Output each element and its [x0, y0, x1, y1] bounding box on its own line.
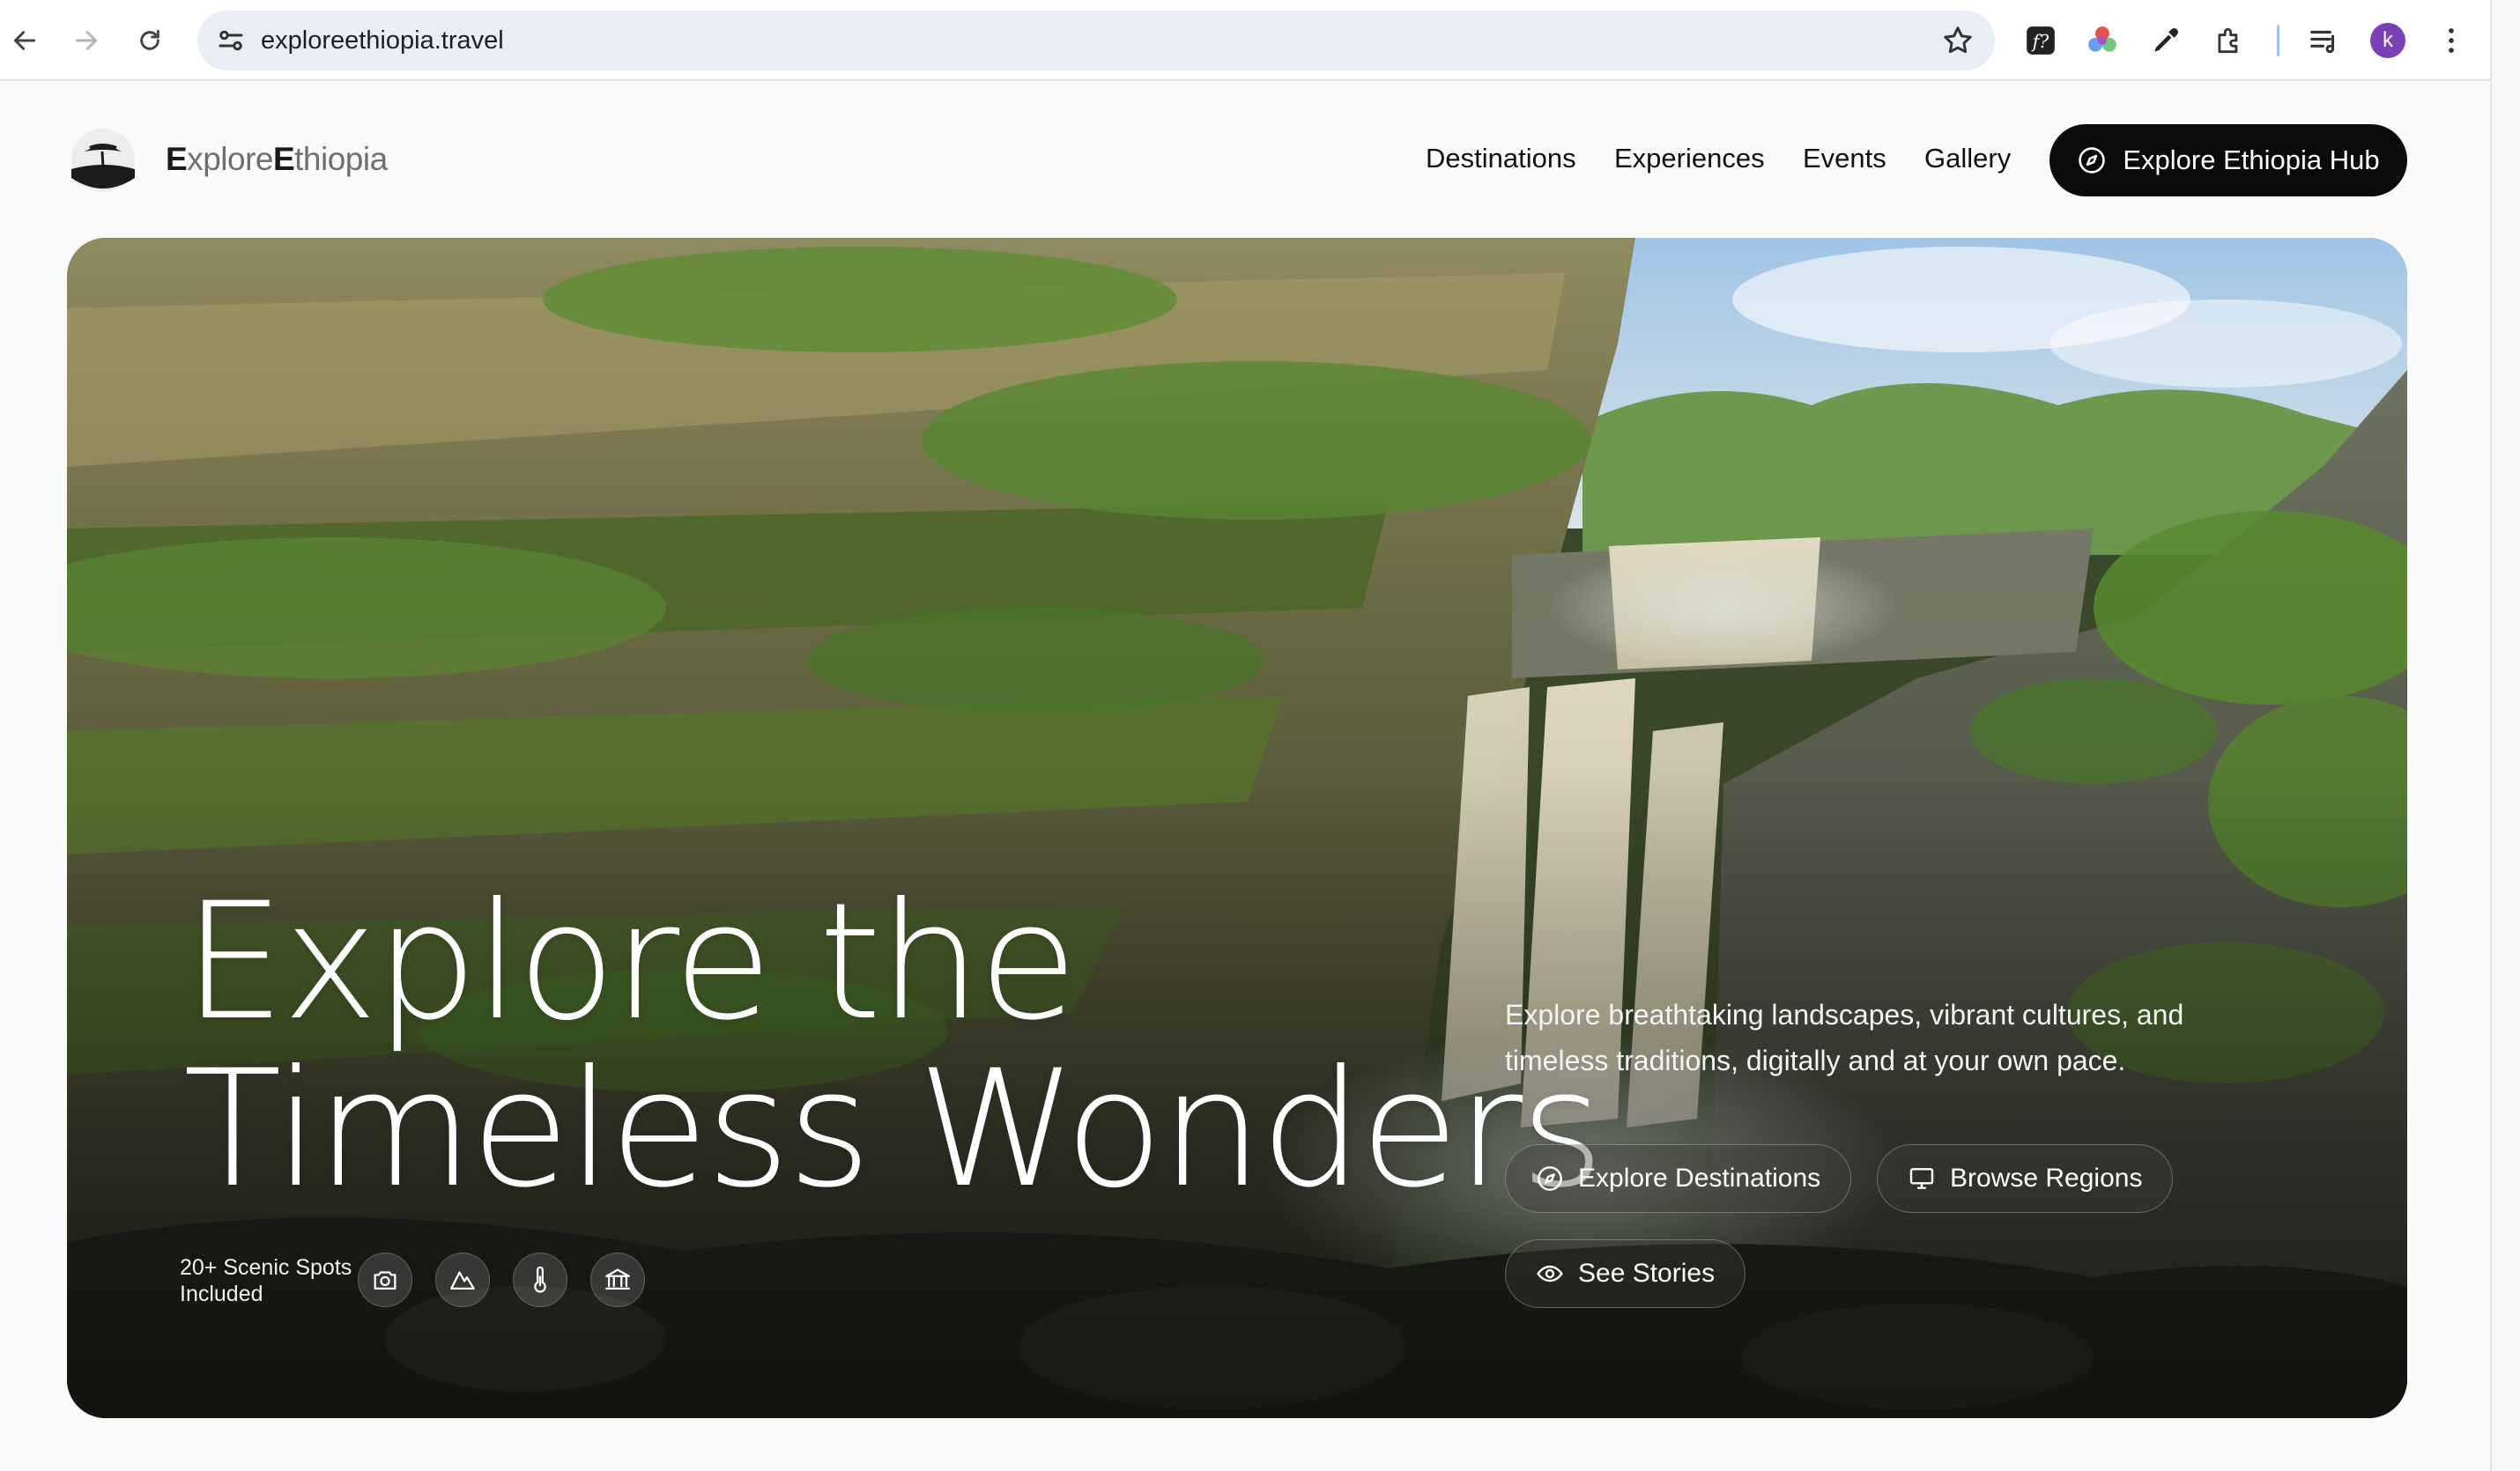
browse-regions-label: Browse Regions — [1950, 1164, 2143, 1193]
logo-text-2: thiopia — [294, 141, 388, 177]
extensions-button[interactable] — [2210, 21, 2249, 60]
hero-headline-line-2: Timeless Wonders — [183, 1036, 1605, 1223]
color-extension-icon — [2088, 26, 2116, 52]
museum-icon — [605, 1268, 630, 1290]
eyedropper-extension-icon — [2154, 28, 2178, 52]
logo-acacia-icon[interactable] — [67, 125, 139, 194]
nav-experiences[interactable]: Experiences — [1614, 143, 1765, 174]
hero-headline-line-1: Explore the — [183, 869, 1078, 1056]
compass-icon — [1538, 1166, 1562, 1191]
nav-events[interactable]: Events — [1803, 143, 1886, 174]
fontface-extension-icon: f? — [2027, 26, 2055, 55]
extensions-puzzle-icon — [2218, 27, 2238, 54]
toolbar-divider — [2277, 25, 2279, 56]
see-stories-button[interactable]: See Stories — [1505, 1239, 1746, 1308]
thermometer-feature[interactable] — [513, 1253, 567, 1307]
svg-text:f?: f? — [2031, 31, 2050, 52]
site-settings-icon[interactable] — [215, 25, 247, 56]
logo-letter-2: E — [272, 141, 295, 177]
logo-wordmark[interactable]: ExploreEthiopia — [166, 141, 388, 178]
color-extension-button[interactable] — [2083, 21, 2122, 60]
explore-destinations-label: Explore Destinations — [1578, 1164, 1821, 1193]
reading-list-button[interactable] — [2305, 21, 2344, 60]
browser-toolbar: exploreethiopia.travel f? k — [0, 0, 2490, 81]
eye-icon — [1537, 1265, 1563, 1283]
nav-destinations[interactable]: Destinations — [1426, 143, 1576, 174]
explore-destinations-button[interactable]: Explore Destinations — [1505, 1144, 1852, 1213]
explore-hub-label: Explore Ethiopia Hub — [2123, 144, 2380, 175]
mountain-feature[interactable] — [435, 1253, 490, 1307]
scenic-spots-label: 20+ Scenic Spots Included — [180, 1255, 352, 1306]
camera-icon — [374, 1271, 397, 1290]
hero-banner: Explore the Timeless Wonders 20+ Scenic … — [67, 238, 2407, 1418]
fontface-extension-button[interactable]: f? — [2021, 21, 2060, 60]
forward-button[interactable] — [65, 19, 107, 62]
reload-button[interactable] — [129, 19, 171, 62]
site-header: ExploreEthiopia Destinations Experiences… — [0, 81, 2490, 238]
eyedropper-extension-button[interactable] — [2146, 21, 2185, 60]
window-edge — [2490, 0, 2520, 1471]
mountain-icon — [450, 1271, 475, 1290]
compass-icon — [2079, 147, 2106, 174]
address-bar[interactable]: exploreethiopia.travel — [197, 11, 1995, 70]
hero-headline: Explore the Timeless Wonders — [183, 869, 1605, 1223]
web-page: ExploreEthiopia Destinations Experiences… — [0, 81, 2490, 1471]
logo-letter-1: E — [166, 141, 188, 177]
forward-icon — [75, 31, 98, 50]
browse-regions-button[interactable]: Browse Regions — [1877, 1144, 2174, 1213]
thermometer-icon — [534, 1266, 546, 1293]
back-icon — [13, 31, 36, 50]
camera-feature[interactable] — [358, 1253, 412, 1307]
bookmark-star-icon[interactable] — [1940, 23, 1975, 58]
hero-tagline: Explore breathtaking landscapes, vibrant… — [1505, 999, 2184, 1076]
see-stories-label: See Stories — [1578, 1259, 1716, 1288]
back-button[interactable] — [4, 19, 46, 62]
browser-menu-button[interactable] — [2432, 21, 2471, 60]
monitor-icon — [1909, 1168, 1934, 1189]
reading-list-icon — [2310, 30, 2335, 54]
nav-gallery[interactable]: Gallery — [1924, 143, 2011, 174]
logo-text-1: xplore — [187, 141, 273, 177]
url-text[interactable]: exploreethiopia.travel — [261, 11, 504, 70]
reload-icon — [140, 29, 159, 50]
menu-kebab-icon — [2449, 28, 2454, 53]
profile-avatar[interactable]: k — [2370, 23, 2405, 58]
explore-hub-button[interactable]: Explore Ethiopia Hub — [2049, 124, 2407, 196]
hero-gradient-overlay — [67, 238, 2407, 1418]
museum-feature[interactable] — [590, 1253, 645, 1307]
